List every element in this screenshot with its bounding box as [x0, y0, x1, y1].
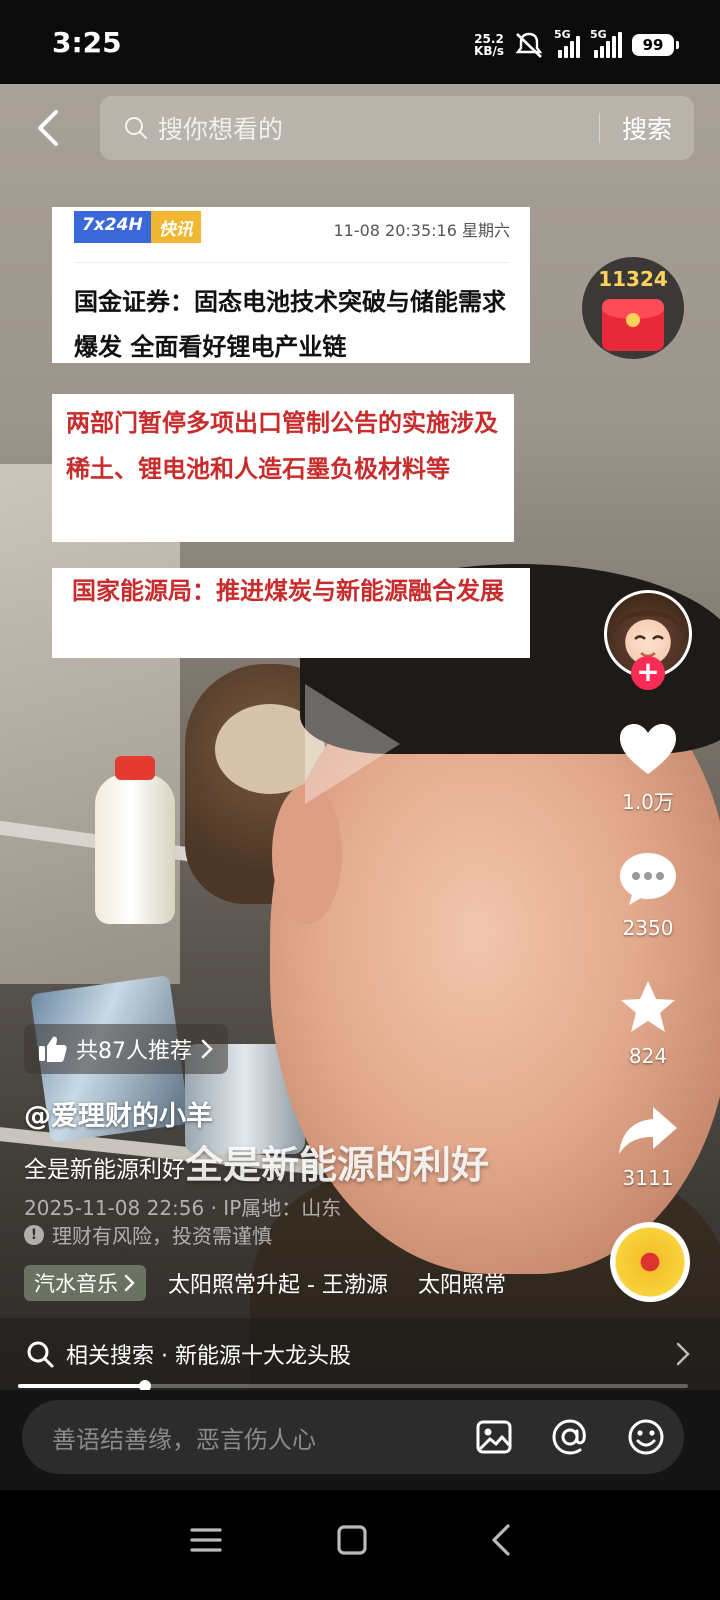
red-packet-button[interactable]: 11324 [582, 257, 684, 359]
chevron-right-icon [676, 1342, 690, 1366]
red-envelope-icon [602, 299, 664, 351]
status-time: 3:25 [52, 26, 122, 59]
warning-icon: ! [24, 1224, 44, 1245]
battery-icon: 99 [632, 34, 679, 56]
search-icon [125, 117, 147, 139]
recommend-chip[interactable]: 共87人推荐 [24, 1024, 228, 1074]
emoji-icon[interactable] [626, 1417, 666, 1457]
mute-icon [515, 32, 543, 58]
music-title: 太阳照常升起 - 王渤源 [168, 1273, 388, 1298]
favorite-button[interactable]: 824 [600, 978, 696, 1068]
music-disc-icon[interactable] [610, 1222, 690, 1302]
music-tag[interactable]: 汽水音乐 [24, 1265, 146, 1301]
status-icons: 25.2 KB/s 5G 5G 99 [474, 28, 679, 62]
home-icon[interactable] [332, 1520, 372, 1560]
progress-fill [18, 1384, 146, 1388]
divider [74, 262, 510, 263]
signal-icon-sim2: 5G [590, 28, 622, 58]
thumbs-up-icon [39, 1036, 67, 1062]
signal-icon-sim1: 5G [554, 28, 580, 58]
news-headline: 国家能源局：推进煤炭与新能源融合发展 [72, 576, 504, 605]
music-title-marquee: 太阳照常 [417, 1273, 506, 1298]
search-bar[interactable]: 搜你想看的 搜索 [100, 96, 694, 160]
back-icon[interactable] [30, 108, 66, 148]
comment-icon [620, 853, 676, 905]
search-icon [27, 1341, 54, 1368]
share-button[interactable]: 3111 [600, 1104, 696, 1190]
comment-area: 善语结善缘，恶言伤人心 [0, 1390, 720, 1490]
share-icon [619, 1107, 677, 1154]
chevron-right-icon [124, 1274, 135, 1292]
back-nav-icon[interactable] [482, 1520, 522, 1560]
video-overlay-title: 全是新能源的利好 [185, 1142, 490, 1187]
like-button[interactable]: 1.0万 [600, 722, 696, 815]
video-caption: 全是新能源利好 [24, 1157, 185, 1183]
video-progress-bar[interactable] [18, 1380, 688, 1392]
person-ear [272, 784, 342, 924]
like-count: 1.0万 [622, 790, 674, 814]
news-headline: 国金证券：固态电池技术突破与储能需求爆发 全面看好锂电产业链 [74, 287, 506, 361]
mention-icon[interactable] [550, 1417, 590, 1457]
favorite-count: 824 [628, 1044, 668, 1068]
comment-button[interactable]: 2350 [600, 850, 696, 940]
play-icon [305, 684, 400, 804]
post-meta: 2025-11-08 22:56 · IP属地：山东 [24, 1196, 342, 1220]
star-icon [621, 981, 675, 1032]
bottle [95, 756, 175, 924]
music-row[interactable]: 汽水音乐 太阳照常升起 - 王渤源 太阳照常 [24, 1264, 542, 1302]
system-nav-bar [0, 1490, 720, 1600]
related-search-bar[interactable]: 相关搜索 · 新能源十大龙头股 [0, 1318, 720, 1390]
news-card-1: 7x24H 快讯 11-08 20:35:16 星期六 国金证券：固态电池技术突… [52, 207, 530, 363]
heart-icon [620, 724, 676, 774]
share-count: 3111 [622, 1166, 674, 1190]
menu-icon[interactable] [186, 1520, 226, 1560]
news-card-3: 国家能源局：推进煤炭与新能源融合发展 [52, 568, 530, 658]
news-datetime: 11-08 20:35:16 星期六 [333, 221, 510, 240]
search-input[interactable]: 搜你想看的 [158, 110, 599, 146]
comment-input[interactable]: 善语结善缘，恶言伤人心 [52, 1420, 474, 1455]
risk-notice: ! 理财有风险，投资需谨慎 [24, 1220, 272, 1249]
red-packet-count: 11324 [598, 267, 668, 291]
comment-input-box[interactable]: 善语结善缘，恶言伤人心 [22, 1400, 684, 1474]
follow-button[interactable]: + [631, 656, 665, 690]
chevron-right-icon [201, 1039, 213, 1059]
net-speed: 25.2 KB/s [474, 32, 504, 58]
related-search-label: 相关搜索 · 新能源十大龙头股 [66, 1344, 351, 1369]
recommend-label: 共87人推荐 [76, 1039, 192, 1064]
comment-count: 2350 [622, 916, 674, 940]
news-headline: 两部门暂停多项出口管制公告的实施涉及稀土、锂电池和人造石墨负极材料等 [66, 408, 498, 483]
image-icon[interactable] [474, 1417, 514, 1457]
search-button[interactable]: 搜索 [600, 110, 694, 146]
news-card-2: 两部门暂停多项出口管制公告的实施涉及稀土、锂电池和人造石墨负极材料等 [52, 394, 514, 542]
author-username[interactable]: @爱理财的小羊 [24, 1094, 213, 1133]
news-badge: 7x24H 快讯 [74, 211, 201, 243]
status-bar: 3:25 25.2 KB/s 5G 5G 99 [0, 0, 720, 84]
